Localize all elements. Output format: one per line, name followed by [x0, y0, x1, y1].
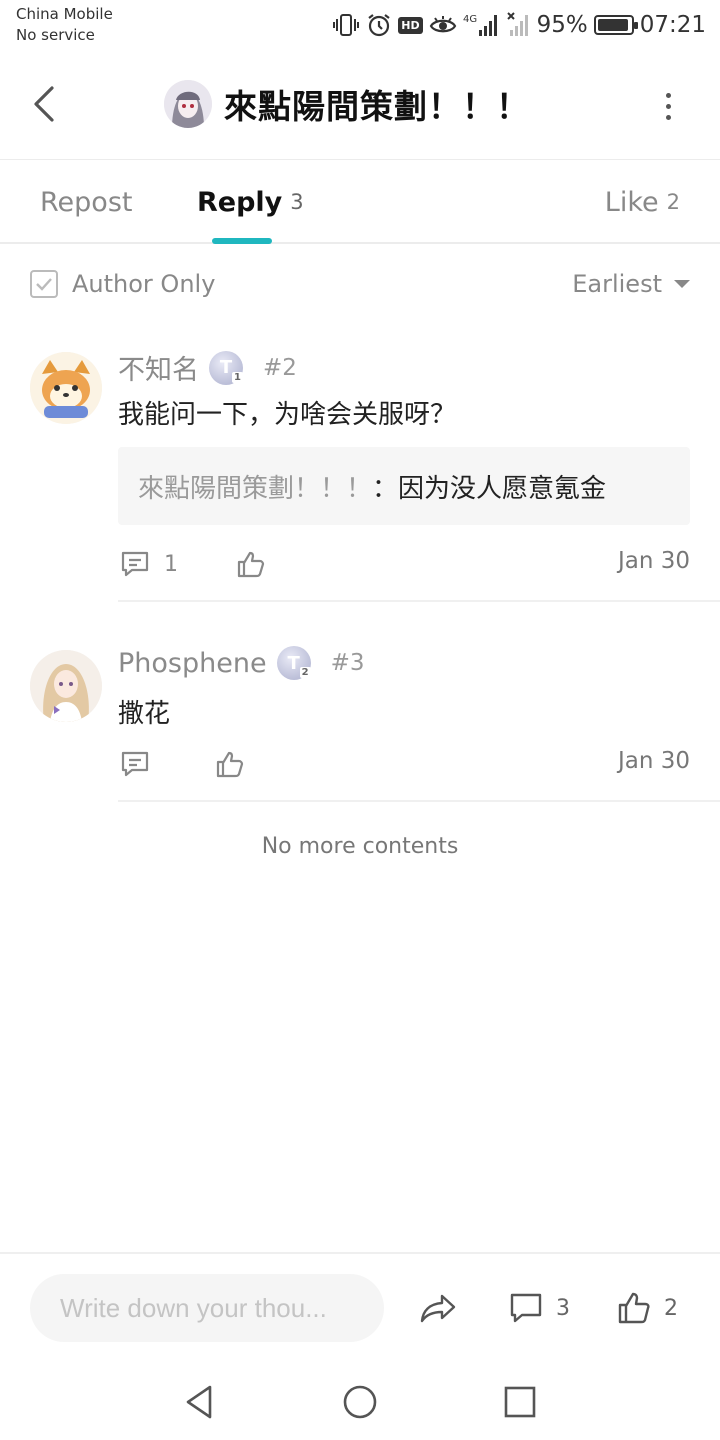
tier-letter: T	[287, 652, 300, 674]
post-header: 來點陽間策劃！！！	[0, 52, 720, 160]
divider	[118, 800, 720, 802]
sort-dropdown[interactable]: Earliest	[572, 270, 690, 298]
reply-button[interactable]	[120, 744, 150, 784]
square-recents-icon	[504, 1386, 536, 1418]
service-status: No service	[16, 26, 95, 44]
signal-nosim-icon	[506, 12, 531, 38]
filter-row: Author Only Earliest	[0, 244, 720, 324]
tab-reply[interactable]: Reply 3	[197, 160, 304, 244]
comments-count: 3	[556, 1295, 570, 1321]
status-bar: China Mobile No service HD 4G 95% 07:21	[0, 0, 720, 52]
clock: 07:21	[639, 12, 706, 38]
tier-level: 1	[232, 371, 243, 383]
comment-item: Phosphene T2 #3 撒花 Jan 30	[0, 640, 720, 802]
status-icons: HD 4G 95% 07:21	[332, 8, 706, 42]
reply-count: 1	[164, 551, 178, 577]
sort-label: Earliest	[572, 270, 662, 298]
system-nav-bar	[0, 1364, 720, 1440]
carrier-name: China Mobile	[16, 5, 113, 23]
likes-count: 2	[664, 1295, 678, 1321]
signal-4g-icon: 4G	[463, 12, 501, 38]
nav-back-button[interactable]	[176, 1378, 224, 1426]
like-button[interactable]	[236, 544, 266, 584]
author-only-checkbox[interactable]	[30, 270, 58, 298]
thumbs-up-icon	[216, 751, 244, 778]
comment-icon	[121, 551, 149, 577]
comment-meta: Phosphene T2 #3	[118, 646, 364, 680]
triangle-back-icon	[186, 1385, 212, 1419]
comment-actions: Jan 30	[118, 744, 690, 784]
post-title: 來點陽間策劃！！！	[224, 87, 530, 126]
avatar[interactable]	[30, 650, 102, 722]
end-of-list-text: No more contents	[261, 834, 459, 859]
tier-badge-icon: T1	[209, 350, 243, 385]
comment-text: 撒花	[118, 699, 171, 729]
tier-badge-icon: T2	[276, 646, 311, 680]
tab-count: 3	[290, 190, 304, 214]
share-icon	[420, 1294, 456, 1323]
comment-meta: 不知名 T1 #2	[118, 348, 297, 387]
alarm-icon	[366, 12, 392, 38]
author-only-toggle[interactable]: Author Only	[30, 270, 215, 298]
bottom-action-bar: 3 2	[0, 1252, 720, 1364]
thumbs-up-icon	[237, 551, 265, 578]
like-button[interactable]	[215, 744, 245, 784]
comment-date: Jan 30	[617, 548, 690, 574]
hd-icon: HD	[398, 16, 423, 34]
carrier-info: China Mobile No service	[16, 4, 113, 46]
tab-like[interactable]: Like 2	[605, 160, 680, 244]
floor-number: #2	[263, 354, 297, 381]
nav-home-button[interactable]	[336, 1378, 384, 1426]
chevron-left-icon	[34, 86, 54, 122]
comment-actions: 1 Jan 30	[118, 544, 690, 584]
floor-number: #3	[330, 650, 365, 676]
tab-label: Repost	[40, 186, 133, 218]
author-only-label: Author Only	[72, 270, 216, 298]
circle-home-icon	[343, 1385, 377, 1419]
username[interactable]: 不知名	[118, 348, 199, 387]
nav-recents-button[interactable]	[496, 1378, 544, 1426]
share-button[interactable]	[418, 1286, 458, 1330]
quote-author: 來點陽間策劃！！！	[138, 473, 373, 504]
quote-text: 因为没人愿意氪金	[398, 473, 607, 504]
tab-count: 2	[666, 190, 680, 214]
quote-separator: ：	[372, 473, 399, 504]
username[interactable]: Phosphene	[118, 648, 267, 679]
tier-letter: T	[219, 357, 233, 378]
reply-quote[interactable]: 來點陽間策劃！！！ ： 因为没人愿意氪金	[118, 447, 690, 525]
avatar[interactable]	[30, 352, 102, 424]
comment-date: Jan 30	[617, 748, 690, 774]
battery-percent: 95%	[536, 12, 588, 38]
thumbs-up-icon	[618, 1292, 650, 1324]
eye-comfort-icon	[429, 14, 457, 36]
author-avatar[interactable]	[164, 80, 212, 128]
more-button[interactable]	[654, 88, 682, 124]
tab-bar: Repost Reply 3 Like 2	[0, 160, 720, 244]
caret-down-icon	[674, 280, 690, 288]
comments-button[interactable]: 3	[508, 1286, 570, 1330]
vibrate-icon	[332, 12, 360, 38]
svg-text:4G: 4G	[463, 14, 477, 25]
more-vertical-icon	[665, 92, 671, 98]
like-button[interactable]: 2	[616, 1286, 678, 1330]
tab-label: Reply	[197, 186, 283, 218]
tier-level: 2	[299, 667, 311, 678]
post-title-group[interactable]: 來點陽間策劃！！！	[164, 78, 530, 130]
reply-button[interactable]: 1	[120, 544, 178, 584]
battery-fill	[597, 19, 629, 31]
tab-repost[interactable]: Repost	[40, 160, 132, 244]
battery-icon	[593, 15, 638, 35]
reply-input[interactable]	[30, 1274, 384, 1342]
comment-icon	[121, 751, 149, 777]
comment-icon	[510, 1293, 542, 1323]
check-icon	[36, 278, 52, 291]
divider	[118, 600, 720, 602]
back-button[interactable]	[24, 82, 64, 126]
tab-label: Like	[604, 186, 659, 218]
comment-item: 不知名 T1 #2 我能问一下，为啥会关服呀？ 來點陽間策劃！！！ ： 因为没人…	[0, 340, 720, 602]
comment-text: 我能问一下，为啥会关服呀？	[118, 400, 457, 430]
